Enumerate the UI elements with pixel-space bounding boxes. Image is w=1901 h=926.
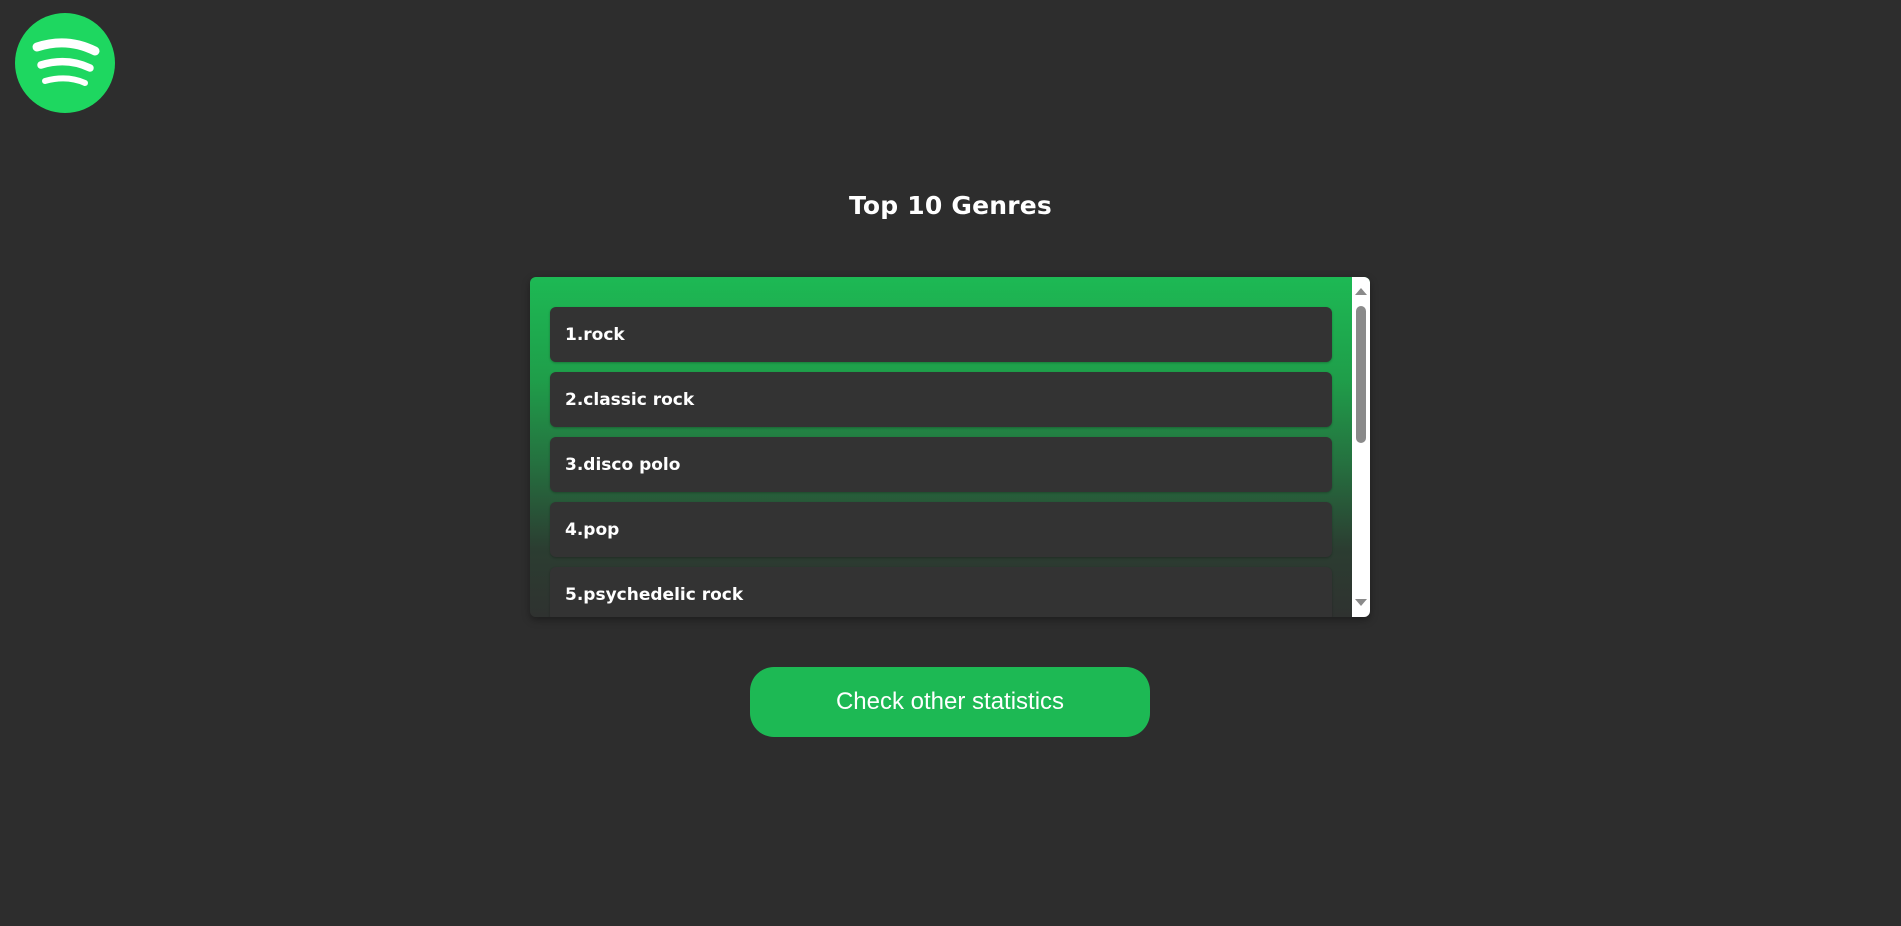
genres-list-scroll[interactable]: 1.rock 2.classic rock 3.disco polo 4.pop…	[530, 277, 1352, 617]
genres-list: 1.rock 2.classic rock 3.disco polo 4.pop…	[530, 277, 1352, 617]
check-other-statistics-button[interactable]: Check other statistics	[750, 667, 1150, 737]
genre-item[interactable]: 2.classic rock	[550, 372, 1332, 427]
scroll-thumb[interactable]	[1356, 306, 1366, 443]
scroll-down-arrow-icon[interactable]	[1355, 599, 1367, 606]
genre-item[interactable]: 3.disco polo	[550, 437, 1332, 492]
scroll-up-arrow-icon[interactable]	[1355, 288, 1367, 295]
genre-item[interactable]: 1.rock	[550, 307, 1332, 362]
genres-list-panel[interactable]: 1.rock 2.classic rock 3.disco polo 4.pop…	[530, 277, 1370, 617]
genre-item[interactable]: 5.psychedelic rock	[550, 567, 1332, 617]
spotify-logo-icon[interactable]	[15, 13, 115, 113]
spotify-waves-icon	[32, 38, 100, 86]
list-scrollbar[interactable]	[1352, 277, 1370, 617]
genre-item[interactable]: 4.pop	[550, 502, 1332, 557]
page: Top 10 Genres 1.rock 2.classic rock 3.di…	[0, 0, 1901, 926]
page-title: Top 10 Genres	[848, 191, 1053, 220]
